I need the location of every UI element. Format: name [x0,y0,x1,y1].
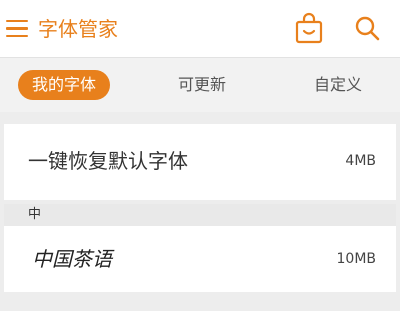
tab-custom[interactable]: 自定义 [296,70,380,100]
tab-my-fonts[interactable]: 我的字体 [18,70,110,100]
font-size: 10MB [336,251,377,267]
section-label: 中 [28,207,42,222]
font-list-item[interactable]: 中国茶语 10MB [4,226,396,292]
tab-updatable[interactable]: 可更新 [160,70,244,100]
tab-bar: 我的字体 可更新 自定义 [0,58,400,112]
app-title: 字体管家 [38,17,118,41]
hamburger-menu-icon[interactable] [6,20,28,38]
section-header: 中 [4,204,396,226]
shopping-bag-smile-icon[interactable] [294,12,324,44]
app-bar: 字体管家 [0,0,400,58]
search-icon[interactable] [354,15,380,41]
font-name: 中国茶语 [32,247,112,271]
restore-default-font-size: 4MB [345,153,376,169]
restore-default-font-row[interactable]: 一键恢复默认字体 4MB [4,124,396,200]
restore-default-font-label: 一键恢复默认字体 [28,149,188,173]
